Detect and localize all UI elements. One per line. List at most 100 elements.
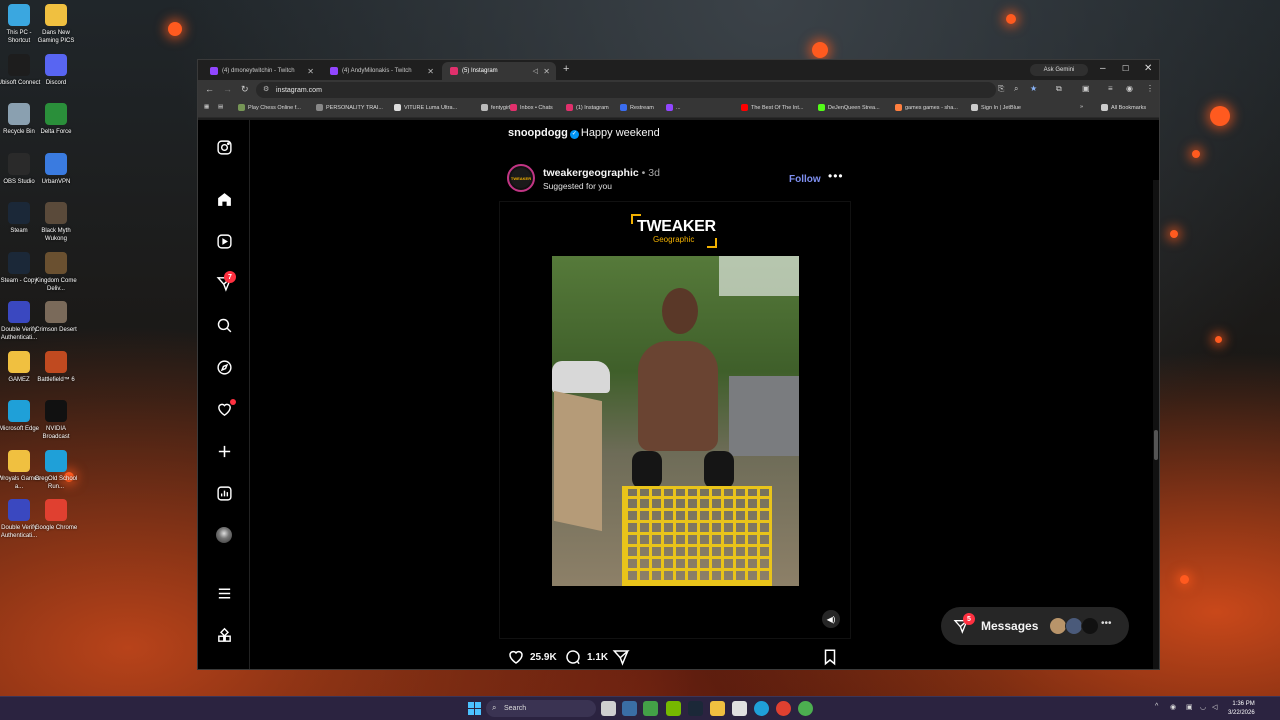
audio-toggle-icon[interactable]: ◀) bbox=[822, 610, 840, 628]
follow-button[interactable]: Follow bbox=[789, 174, 821, 185]
reels-icon[interactable] bbox=[215, 232, 233, 250]
create-icon[interactable] bbox=[215, 442, 233, 460]
desktop-icon[interactable]: Black Myth Wukong bbox=[37, 202, 75, 243]
bookmark-item[interactable]: ... bbox=[666, 104, 681, 111]
url-input[interactable]: ⚙ instagram.com bbox=[256, 82, 996, 98]
messages-button[interactable]: 5 Messages ••• bbox=[941, 607, 1129, 645]
explore-icon[interactable] bbox=[215, 358, 233, 376]
chrome-icon[interactable] bbox=[776, 701, 791, 716]
volume-icon[interactable]: ◁ bbox=[1212, 703, 1217, 711]
nvidia-icon[interactable] bbox=[666, 701, 681, 716]
bookmark-item[interactable]: The Best Of The Int... bbox=[741, 104, 803, 111]
media-icon[interactable]: ≡ bbox=[1108, 84, 1113, 93]
desktop-icon[interactable]: Double Verify Authenticati... bbox=[0, 499, 38, 540]
desktop-icon[interactable]: GAMEZ bbox=[0, 350, 38, 384]
bookmark-item[interactable]: Restream bbox=[620, 104, 654, 111]
tray-app-icon[interactable]: ▣ bbox=[1186, 703, 1193, 711]
close-icon[interactable]: ✕ bbox=[307, 67, 314, 76]
bookmark-item[interactable]: (1) Instagram bbox=[566, 104, 609, 111]
tray-app-icon[interactable]: ◉ bbox=[1170, 703, 1176, 711]
comment-button[interactable]: 1.1K bbox=[564, 648, 608, 666]
reload-icon[interactable]: ↻ bbox=[241, 84, 249, 95]
bookmark-item[interactable]: All Bookmarks bbox=[1101, 104, 1146, 111]
ask-gemini-button[interactable]: Ask Gemini bbox=[1030, 64, 1088, 76]
task-view-icon[interactable] bbox=[601, 701, 616, 716]
post-more-options-icon[interactable]: ••• bbox=[828, 169, 844, 183]
bookmarks-overflow-icon[interactable]: » bbox=[1080, 104, 1083, 110]
desktop-icon[interactable]: NVIDIA Broadcast bbox=[37, 400, 75, 441]
messages-more-icon[interactable]: ••• bbox=[1101, 618, 1112, 629]
desktop-icon[interactable]: Crimson Desert bbox=[35, 301, 77, 334]
search-icon[interactable] bbox=[215, 316, 233, 334]
steam-icon[interactable] bbox=[688, 701, 703, 716]
close-icon[interactable]: ✕ bbox=[427, 67, 434, 76]
bookmark-item[interactable]: Inbox • Chats bbox=[510, 104, 553, 111]
apps-icon[interactable]: ▦ bbox=[204, 104, 209, 110]
also-from-meta-icon[interactable] bbox=[215, 626, 233, 644]
bookmark-item[interactable]: Sign In | JetBlue bbox=[971, 104, 1021, 111]
bookmark-item[interactable]: PERSONALITY TRAI... bbox=[316, 104, 383, 111]
close-window-icon[interactable]: ✕ bbox=[1144, 63, 1152, 74]
desktop-icon[interactable]: This PC - Shortcut bbox=[0, 4, 38, 45]
bookmark-star-icon[interactable]: ★ bbox=[1030, 84, 1037, 93]
minimize-icon[interactable]: – bbox=[1100, 63, 1106, 74]
chrome-icon[interactable] bbox=[798, 701, 813, 716]
previous-post-username[interactable]: snoopdogg bbox=[508, 127, 568, 139]
tab-instagram[interactable]: (5) Instagram ◁ ✕ bbox=[442, 62, 556, 80]
bookmark-item[interactable]: games games - sha... bbox=[895, 104, 958, 111]
install-icon[interactable]: ⎘ bbox=[998, 84, 1004, 94]
desktop-icon[interactable]: Double Verify Authenticati... bbox=[0, 301, 38, 342]
back-icon[interactable]: ← bbox=[205, 84, 214, 94]
post-avatar[interactable]: TWEAKER bbox=[507, 164, 535, 192]
wifi-icon[interactable]: ◡ bbox=[1200, 703, 1206, 711]
instagram-logo-icon[interactable] bbox=[215, 138, 233, 156]
mute-tab-icon[interactable]: ◁ bbox=[533, 67, 538, 75]
desktop-icon[interactable]: Steam bbox=[0, 202, 38, 235]
tab-groups-icon[interactable]: ▤ bbox=[218, 104, 223, 110]
clock[interactable]: 1:36 PM 3/22/2026 bbox=[1228, 700, 1255, 718]
desktop-icon[interactable]: OBS Studio bbox=[0, 152, 38, 186]
maximize-icon[interactable]: ☐ bbox=[1122, 64, 1129, 73]
settings-icon[interactable] bbox=[622, 701, 637, 716]
desktop-icon[interactable]: UrbanVPN bbox=[37, 152, 75, 186]
dashboard-icon[interactable] bbox=[215, 484, 233, 502]
desktop-icon[interactable]: Kingdom Come Deliv... bbox=[35, 251, 77, 293]
desktop-icon[interactable]: Recycle Bin bbox=[0, 103, 38, 136]
app-icon[interactable] bbox=[643, 701, 658, 716]
save-button[interactable] bbox=[821, 648, 844, 666]
site-info-icon[interactable]: ⚙ bbox=[263, 85, 269, 93]
home-icon[interactable] bbox=[215, 190, 233, 208]
desktop-icon[interactable]: Steam - Copy bbox=[0, 251, 38, 285]
post-username[interactable]: tweakergeographic bbox=[543, 167, 639, 179]
bookmark-item[interactable]: DeJenQueen Strea... bbox=[818, 104, 880, 111]
zoom-icon[interactable]: ⌕ bbox=[1014, 84, 1018, 94]
tab-twitch-dmoney[interactable]: (4) dmoneytwitchin - Twitch ✕ bbox=[202, 62, 320, 80]
tab-twitch-andy[interactable]: (4) AndyMilonakis - Twitch ✕ bbox=[322, 62, 440, 80]
desktop-icon[interactable]: Microsoft Edge bbox=[0, 400, 39, 433]
desktop-icon[interactable]: Discord bbox=[37, 53, 75, 87]
share-button[interactable] bbox=[612, 648, 635, 666]
desktop-icon[interactable]: Google Chrome bbox=[35, 499, 77, 532]
desktop-icon[interactable]: Dans New Gaming PICS bbox=[37, 4, 75, 45]
bookmark-item[interactable]: VITURE Luma Ultra... bbox=[394, 104, 457, 111]
forward-icon[interactable]: → bbox=[223, 84, 232, 94]
extensions-icon[interactable]: ⧉ bbox=[1056, 84, 1062, 94]
desktop-icon[interactable]: Wroyals Games a... bbox=[0, 449, 40, 491]
new-tab-button[interactable]: + bbox=[563, 63, 569, 75]
scrollbar[interactable] bbox=[1153, 180, 1159, 669]
desktop-icon[interactable]: Battlefield™ 6 bbox=[37, 350, 75, 384]
chevron-up-icon[interactable]: ^ bbox=[1155, 703, 1158, 710]
desktop-icon[interactable]: GregOld School Run... bbox=[35, 449, 77, 491]
bookmark-item[interactable]: fentygirl bbox=[481, 104, 510, 111]
taskbar-search[interactable]: ⌕ Search bbox=[486, 700, 596, 717]
bookmark-item[interactable]: Play Chess Online f... bbox=[238, 104, 301, 111]
more-menu-icon[interactable] bbox=[215, 584, 233, 602]
windows-start-icon[interactable] bbox=[468, 702, 481, 715]
post-media[interactable]: TWEAKER Geographic ◀) bbox=[499, 201, 851, 639]
desktop-icon[interactable]: Ubisoft Connect bbox=[0, 53, 40, 87]
close-icon[interactable]: ✕ bbox=[543, 67, 550, 76]
post-video[interactable] bbox=[552, 256, 799, 586]
desktop-icon[interactable]: Delta Force bbox=[37, 103, 75, 136]
edge-icon[interactable] bbox=[754, 701, 769, 716]
like-button[interactable]: 25.9K bbox=[507, 648, 557, 666]
